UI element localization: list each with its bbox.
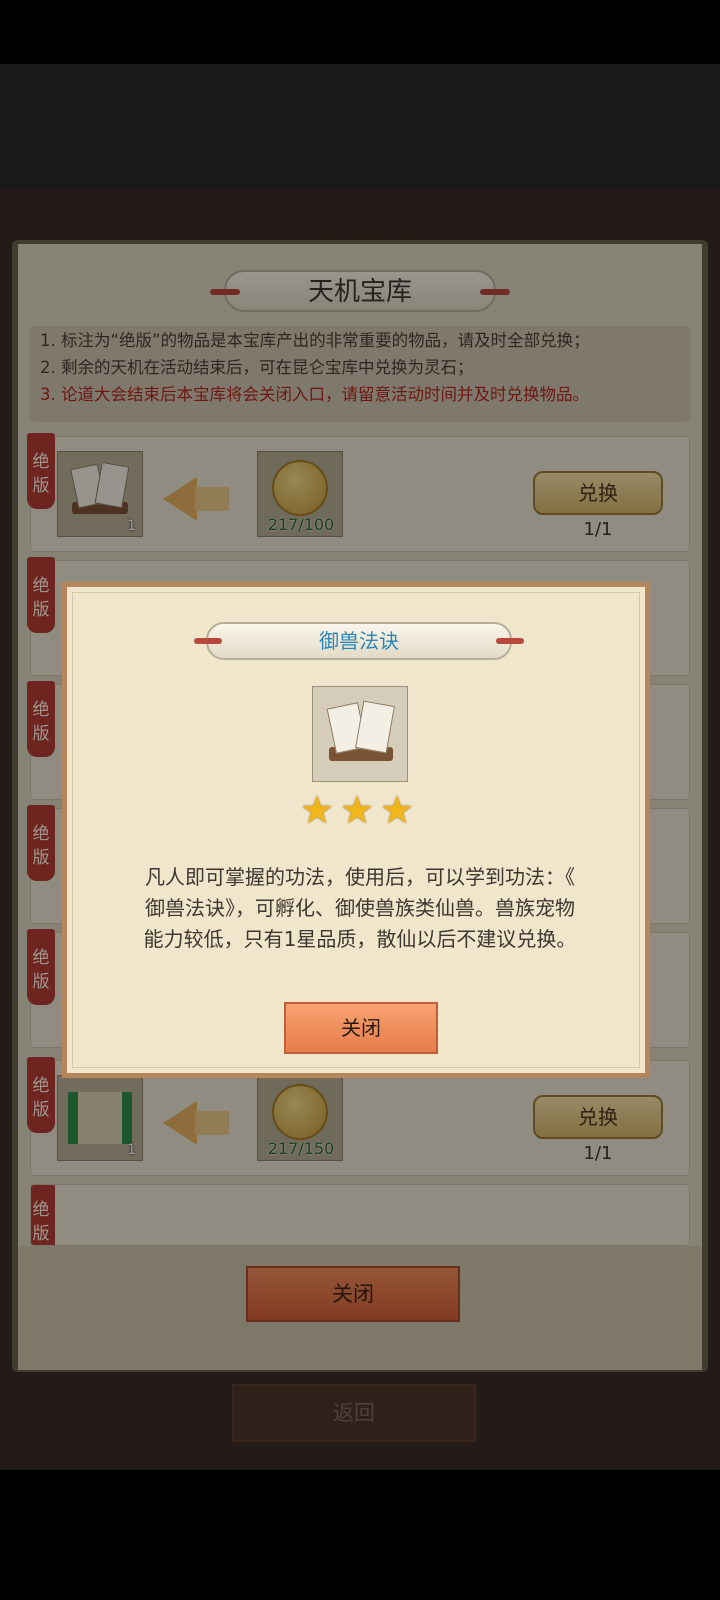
star-icon: ★ (340, 788, 375, 832)
item-description: 凡人即可掌握的功法，使用后，可以学到功法：《 御兽法诀》，可孵化、御使兽族类仙兽… (143, 865, 577, 951)
star-icon: ★ (380, 788, 415, 832)
star-icon: ★ (300, 788, 335, 832)
dialog-item-slot (312, 686, 408, 782)
dialog-title: 御兽法诀 (319, 629, 399, 653)
dialog-close-button[interactable]: 关闭 (284, 1002, 438, 1054)
star-rating: ★ ★ ★ (300, 790, 420, 830)
